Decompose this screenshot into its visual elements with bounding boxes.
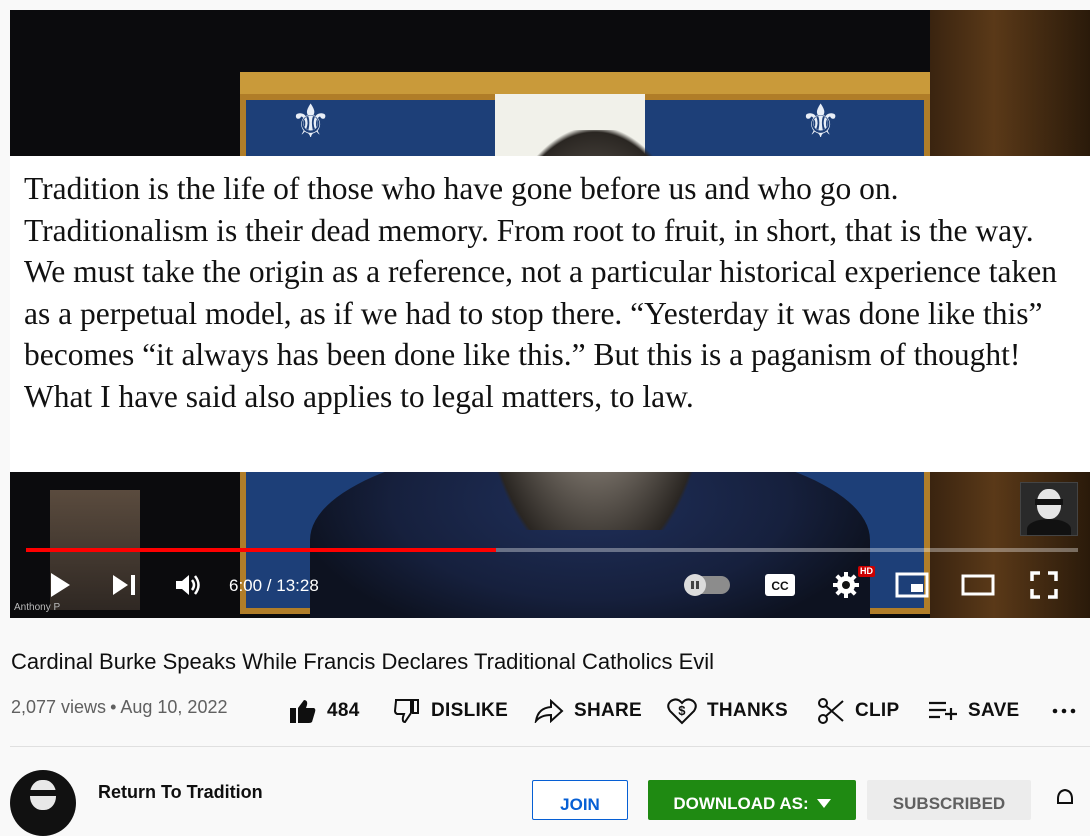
thumbs-up-icon [290, 700, 316, 723]
thanks-label: THANKS [707, 700, 788, 721]
player-controls: 6:00 / 13:28 CC HD [10, 562, 1090, 608]
volume-icon [176, 575, 200, 595]
progress-bar[interactable] [26, 548, 1078, 552]
view-count: 2,077 views [11, 697, 107, 717]
download-label: DOWNLOAD AS: [673, 794, 809, 813]
fleur-de-lis-icon: ⚜ [800, 95, 842, 147]
notification-bell-button[interactable] [1054, 788, 1076, 813]
pause-icon [684, 574, 706, 596]
download-button[interactable]: DOWNLOAD AS: [648, 780, 856, 820]
svg-text:$: $ [678, 703, 686, 718]
captions-icon: CC [765, 574, 795, 596]
miniplayer-button[interactable] [894, 562, 930, 608]
channel-watermark[interactable] [1020, 482, 1078, 536]
playlist-add-icon [929, 701, 957, 720]
fleur-de-lis-icon: ⚜ [290, 95, 332, 147]
theater-mode-button[interactable] [958, 562, 998, 608]
volume-button[interactable] [170, 562, 206, 608]
thanks-heart-dollar-icon: $ [667, 698, 697, 725]
theater-mode-icon [961, 574, 995, 596]
share-button[interactable]: SHARE [534, 695, 642, 727]
share-label: SHARE [574, 700, 643, 721]
join-button[interactable]: JOIN [532, 780, 628, 820]
bell-icon [1057, 788, 1073, 804]
autoplay-toggle[interactable] [684, 574, 730, 596]
quote-text: Tradition is the life of those who have … [24, 171, 1057, 414]
caret-down-icon [816, 799, 831, 808]
upload-date: Aug 10, 2022 [120, 697, 228, 717]
more-actions-button[interactable] [1052, 695, 1076, 727]
play-button[interactable] [42, 562, 78, 608]
save-button[interactable]: SAVE [928, 695, 1020, 727]
channel-avatar[interactable] [10, 770, 76, 836]
like-button[interactable]: 484 [289, 695, 360, 727]
dislike-label: DISLIKE [431, 700, 509, 721]
clip-label: CLIP [855, 700, 900, 721]
miniplayer-icon [895, 572, 929, 598]
more-horizontal-icon [1052, 708, 1076, 714]
settings-gear-icon [833, 572, 859, 598]
play-icon [51, 573, 70, 597]
scissors-icon [818, 698, 844, 724]
subscribed-button[interactable]: SUBSCRIBED [867, 780, 1031, 820]
video-meta: 2,077 views • Aug 10, 2022 [11, 697, 228, 717]
share-icon [534, 699, 564, 723]
next-button[interactable] [106, 562, 142, 608]
thumbs-down-icon [393, 699, 419, 724]
quote-overlay: Tradition is the life of those who have … [10, 156, 1090, 472]
dislike-button[interactable]: DISLIKE [393, 695, 508, 727]
time-display: 6:00 / 13:28 [229, 576, 319, 595]
save-label: SAVE [968, 700, 1020, 721]
thanks-button[interactable]: $ THANKS [667, 695, 788, 727]
channel-name[interactable]: Return To Tradition [98, 782, 263, 803]
video-title: Cardinal Burke Speaks While Francis Decl… [11, 649, 715, 674]
video-player[interactable]: ⚜ ⚜ Tradition is the life of those who h… [10, 10, 1090, 618]
fullscreen-icon [1030, 571, 1058, 599]
svg-text:CC: CC [771, 579, 789, 593]
skip-next-icon [113, 575, 135, 595]
hd-badge: HD [858, 566, 875, 577]
fullscreen-button[interactable] [1026, 562, 1062, 608]
progress-played [26, 548, 497, 552]
divider [10, 746, 1090, 747]
captions-button[interactable]: CC [762, 562, 798, 608]
like-count: 484 [327, 700, 360, 721]
clip-button[interactable]: CLIP [817, 695, 899, 727]
